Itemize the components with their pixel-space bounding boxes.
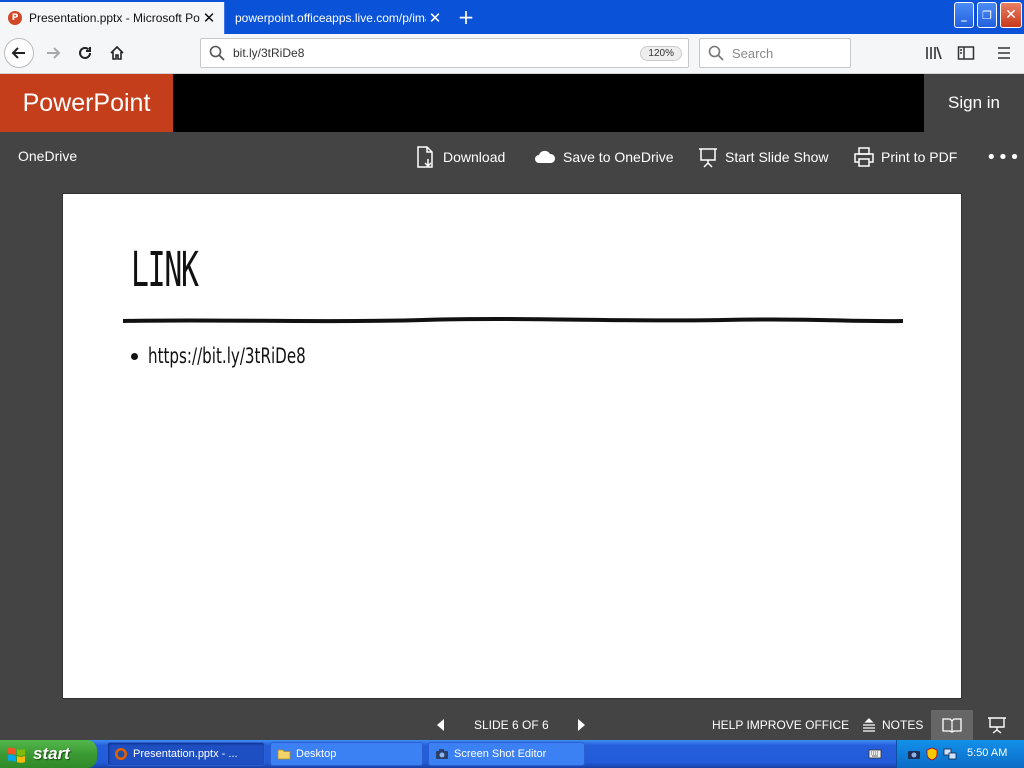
more-options-button[interactable]: ••• xyxy=(986,144,1021,170)
sidebar-toggle-icon[interactable] xyxy=(955,42,977,64)
camera-tray-icon[interactable] xyxy=(907,747,921,761)
search-icon xyxy=(708,45,724,61)
notes-button[interactable]: NOTES xyxy=(862,714,923,736)
reading-view-button[interactable] xyxy=(931,710,973,740)
start-slide-show-button[interactable]: Start Slide Show xyxy=(697,144,829,170)
window-minimize-button[interactable]: _ xyxy=(954,2,974,28)
browser-nav-bar: bit.ly/3tRiDe8 120% Search xyxy=(0,34,1024,74)
slide-viewer: LINK https://bit.ly/3tRiDe8 xyxy=(0,182,1024,710)
office-header: PowerPoint Sign in xyxy=(0,74,1024,132)
taskbar-item-label: Presentation.pptx - ... xyxy=(133,748,238,760)
back-button[interactable] xyxy=(4,38,34,68)
reading-view-icon xyxy=(942,718,962,733)
taskbar-item-desktop[interactable]: Desktop xyxy=(270,742,423,766)
start-button[interactable]: start xyxy=(0,740,97,768)
taskbar-item-label: Screen Shot Editor xyxy=(454,748,547,760)
onedrive-link[interactable]: OneDrive xyxy=(18,148,77,164)
download-icon xyxy=(417,146,433,168)
download-button[interactable]: Download xyxy=(415,144,505,170)
previous-slide-button[interactable] xyxy=(432,716,448,734)
presentation-screen-icon xyxy=(699,148,717,168)
status-bar: SLIDE 6 OF 6 HELP IMPROVE OFFICE NOTES xyxy=(0,710,1024,740)
back-arrow-icon xyxy=(11,47,25,59)
cloud-icon xyxy=(535,150,556,163)
tab-title: Presentation.pptx - Microsoft PowerPoint… xyxy=(29,11,200,25)
powerpoint-favicon-icon: P xyxy=(8,11,22,25)
search-placeholder: Search xyxy=(732,45,774,61)
next-slide-button[interactable] xyxy=(574,716,590,734)
command-bar: OneDrive Download Save to OneDrive Start… xyxy=(0,132,1024,182)
url-text[interactable]: bit.ly/3tRiDe8 xyxy=(233,46,640,60)
printer-icon xyxy=(854,147,874,167)
tab-officeapps[interactable]: powerpoint.officeapps.live.com/p/imag ✕ xyxy=(224,2,450,34)
taskbar-item-presentation[interactable]: Presentation.pptx - ... xyxy=(107,742,265,766)
help-improve-office-link[interactable]: HELP IMPROVE OFFICE xyxy=(712,718,849,732)
network-icon[interactable] xyxy=(943,747,957,761)
windows-logo-icon xyxy=(8,747,25,763)
search-input[interactable]: Search xyxy=(699,38,851,68)
slide-show-view-button[interactable] xyxy=(978,710,1016,740)
slide-indicator: SLIDE 6 OF 6 xyxy=(474,718,549,732)
window-maximize-button[interactable]: ❐ xyxy=(977,2,997,28)
bullet-link-text[interactable]: https://bit.ly/3tRiDe8 xyxy=(148,344,306,368)
start-slide-show-label: Start Slide Show xyxy=(725,149,829,165)
reload-button[interactable] xyxy=(70,38,100,68)
bullet-dot xyxy=(131,352,138,360)
start-label: start xyxy=(33,744,70,763)
save-to-onedrive-label: Save to OneDrive xyxy=(563,149,674,165)
home-icon xyxy=(110,45,124,60)
windows-taskbar: start Presentation.pptx - ... Desktop Sc… xyxy=(0,740,1024,768)
tab-close-icon[interactable]: ✕ xyxy=(200,9,218,27)
window-close-button[interactable]: ✕ xyxy=(1000,2,1022,28)
tab-title: powerpoint.officeapps.live.com/p/imag xyxy=(235,11,426,25)
new-tab-button[interactable]: + xyxy=(452,2,480,32)
chevron-left-icon xyxy=(437,719,444,731)
keyboard-icon[interactable] xyxy=(868,747,882,761)
camera-icon xyxy=(436,749,448,759)
chevron-right-icon xyxy=(578,719,585,731)
slide-divider-line xyxy=(123,317,903,324)
notes-label: NOTES xyxy=(882,718,924,732)
slide[interactable]: LINK https://bit.ly/3tRiDe8 xyxy=(62,193,962,699)
print-to-pdf-label: Print to PDF xyxy=(881,149,958,165)
clock[interactable]: 5:50 AM xyxy=(967,747,1007,759)
tab-close-icon[interactable]: ✕ xyxy=(426,9,444,27)
folder-icon xyxy=(277,749,291,760)
browser-tab-strip: P Presentation.pptx - Microsoft PowerPoi… xyxy=(0,0,1024,34)
search-icon xyxy=(209,45,225,61)
taskbar-item-label: Desktop xyxy=(296,748,337,760)
forward-arrow-icon xyxy=(47,47,61,59)
home-button[interactable] xyxy=(102,38,132,68)
zoom-level-badge[interactable]: 120% xyxy=(640,45,682,61)
hamburger-menu-icon[interactable] xyxy=(993,42,1015,64)
download-label: Download xyxy=(443,149,506,165)
slide-bullet-item: https://bit.ly/3tRiDe8 xyxy=(131,344,345,368)
address-bar[interactable]: bit.ly/3tRiDe8 120% xyxy=(200,38,689,68)
powerpoint-brand[interactable]: PowerPoint xyxy=(0,74,173,132)
reload-icon xyxy=(79,46,91,59)
tab-presentation[interactable]: P Presentation.pptx - Microsoft PowerPoi… xyxy=(0,2,224,34)
sign-in-button[interactable]: Sign in xyxy=(924,74,1024,132)
print-to-pdf-button[interactable]: Print to PDF xyxy=(853,144,957,170)
firefox-icon xyxy=(115,748,127,760)
notes-icon xyxy=(863,718,875,732)
save-to-onedrive-button[interactable]: Save to OneDrive xyxy=(533,144,674,170)
slide-title: LINK xyxy=(131,242,199,298)
forward-button[interactable] xyxy=(38,38,68,68)
system-tray: 5:50 AM xyxy=(896,740,1024,768)
taskbar-item-screen-shot-editor[interactable]: Screen Shot Editor xyxy=(428,742,585,766)
library-icon[interactable] xyxy=(923,42,945,64)
security-shield-icon[interactable] xyxy=(925,747,939,761)
presentation-screen-icon xyxy=(988,717,1006,734)
